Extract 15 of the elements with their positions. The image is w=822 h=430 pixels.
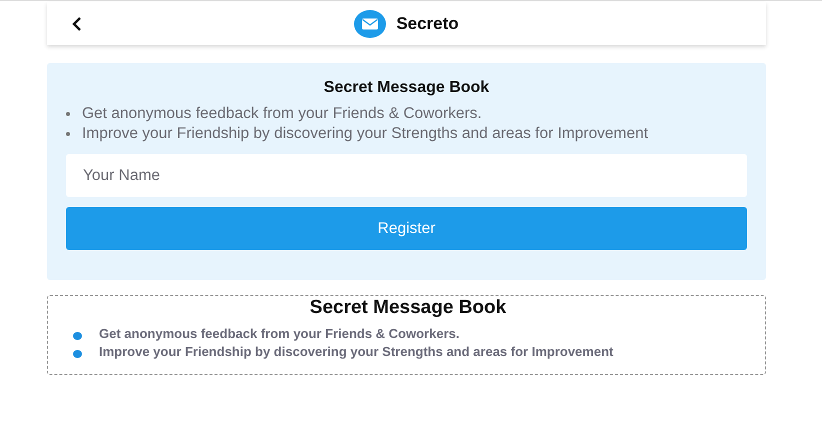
- bullet-text: Get anonymous feedback from your Friends & Coworkers.: [82, 104, 482, 124]
- register-button[interactable]: Register: [66, 207, 747, 250]
- card-title: Secret Message Book: [308, 297, 508, 319]
- bullet-icon: [66, 132, 70, 136]
- app-title: Secreto: [396, 14, 459, 34]
- bullet-text: Improve your Friendship by discovering your Strengths and areas for Improvement: [82, 124, 648, 144]
- bullet-icon: [66, 112, 70, 116]
- bullet-icon: [73, 350, 82, 358]
- card-title: Secret Message Book: [322, 79, 490, 97]
- bullet-text: Get anonymous feedback from your Friends & Coworkers.: [99, 325, 460, 343]
- back-icon[interactable]: [72, 16, 82, 32]
- name-input-field[interactable]: Your Name: [66, 154, 747, 197]
- bullet-text: Improve your Friendship by discovering your Strengths and areas for Improvement: [99, 343, 614, 361]
- envelope-logo-icon: [354, 10, 386, 38]
- bullet-icon: [73, 332, 82, 340]
